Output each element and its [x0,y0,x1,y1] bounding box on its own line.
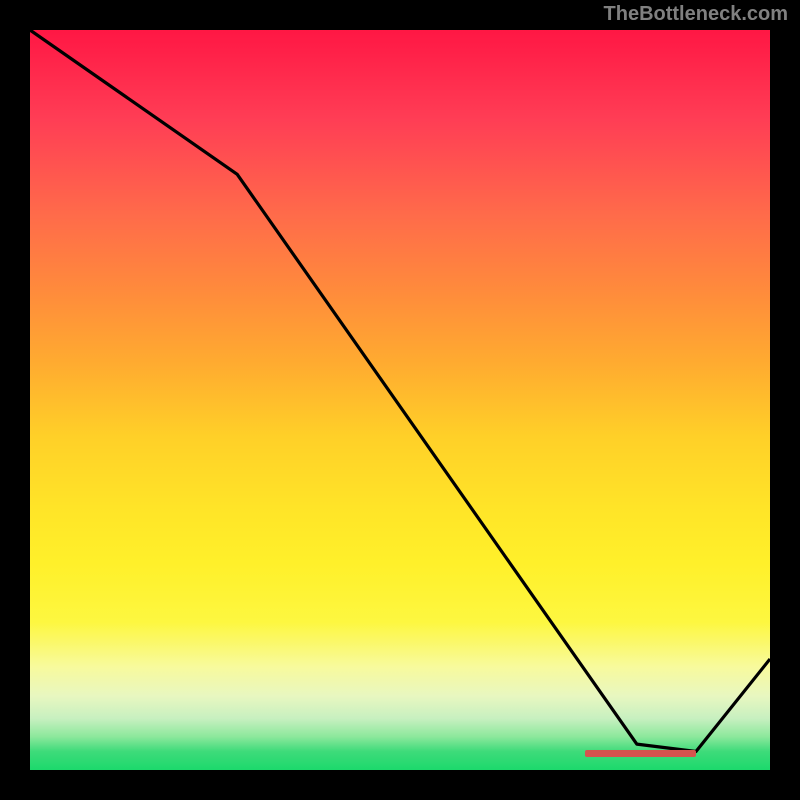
data-line [30,30,770,752]
chart-container: TheBottleneck.com [0,0,800,800]
line-chart-svg [30,30,770,770]
annotation-bar [585,750,696,757]
plot-area [30,30,770,770]
attribution-text: TheBottleneck.com [604,3,788,26]
